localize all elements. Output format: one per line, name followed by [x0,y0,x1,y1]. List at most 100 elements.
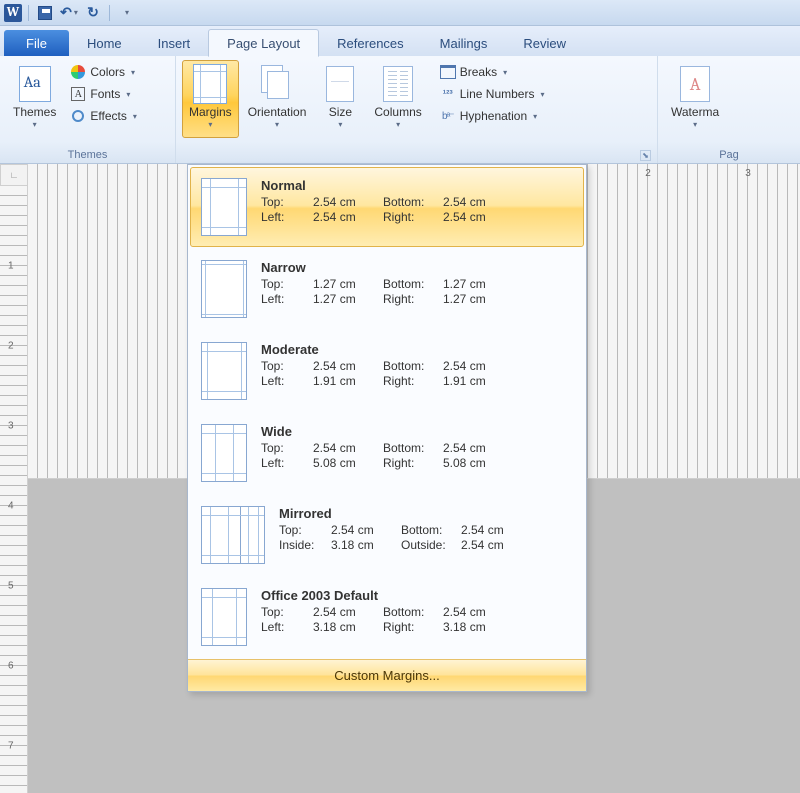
margins-dropdown: NormalTop:2.54 cmBottom:2.54 cmLeft:2.54… [187,164,587,692]
page-setup-launcher[interactable]: ⬊ [640,150,651,161]
qat-separator [28,5,29,21]
tab-insert[interactable]: Insert [140,30,209,56]
margin-value: Top: [261,277,313,291]
margin-value: Bottom: [383,195,443,209]
margin-value: Right: [383,456,443,470]
watermark-icon: A [680,66,710,102]
chevron-down-icon: ▾ [693,120,697,129]
margin-value: 3.18 cm [443,620,503,634]
breaks-button[interactable]: Breaks ▾ [437,62,548,82]
chevron-down-icon: ▾ [33,120,37,129]
line-numbers-icon: ¹²³ [440,86,456,102]
qat-separator [109,5,110,21]
fonts-icon: A [71,87,85,101]
chevron-down-icon: ▾ [396,120,400,129]
tab-home[interactable]: Home [69,30,140,56]
margin-value: 2.54 cm [313,359,383,373]
margin-value: Inside: [279,538,331,552]
margin-preset-moderate[interactable]: ModerateTop:2.54 cmBottom:2.54 cmLeft:1.… [190,331,584,411]
margin-value: 1.27 cm [443,277,503,291]
group-page-background: A Waterma ▾ Pag [658,56,800,163]
hyphenation-label: Hyphenation [460,109,527,123]
ruler-tick: 2 [645,168,651,179]
margin-preset-title: Normal [261,178,573,193]
margin-value: 5.08 cm [313,456,383,470]
tab-review[interactable]: Review [505,30,584,56]
chevron-down-icon: ▾ [126,90,130,99]
chevron-down-icon: ▾ [338,120,342,129]
margin-value: 1.27 cm [313,292,383,306]
margin-value: 2.54 cm [443,210,503,224]
margin-value: 1.27 cm [313,277,383,291]
custom-margins-button[interactable]: Custom Margins... [188,659,586,691]
margin-value: Left: [261,620,313,634]
line-numbers-label: Line Numbers [460,87,535,101]
effects-label: Effects [90,109,126,123]
line-numbers-button[interactable]: ¹²³ Line Numbers ▾ [437,84,548,104]
undo-icon: ↶ [60,4,72,21]
margin-preset-icon [201,588,247,646]
margin-preset-normal[interactable]: NormalTop:2.54 cmBottom:2.54 cmLeft:2.54… [190,167,584,247]
margin-value: 2.54 cm [313,605,383,619]
tab-references[interactable]: References [319,30,421,56]
margin-value: 2.54 cm [313,195,383,209]
columns-button[interactable]: Columns ▾ [367,60,428,138]
chevron-down-icon: ▾ [208,120,212,129]
group-label-page-background: Pag [664,147,794,161]
undo-button[interactable]: ↶▾ [59,3,79,23]
tab-mailings[interactable]: Mailings [422,30,506,56]
group-page-setup: Margins ▾ Orientation ▾ Size ▾ Columns ▾ [176,56,658,163]
ruler-tick: 3 [8,421,14,432]
watermark-label: Waterma [671,106,719,120]
margin-value: 5.08 cm [443,456,503,470]
margin-preset-text: WideTop:2.54 cmBottom:2.54 cmLeft:5.08 c… [261,424,573,482]
tab-page-layout[interactable]: Page Layout [208,29,319,57]
margin-preset-narrow[interactable]: NarrowTop:1.27 cmBottom:1.27 cmLeft:1.27… [190,249,584,329]
margin-value: Top: [261,359,313,373]
hyphenation-button[interactable]: bᵃ⁻ Hyphenation ▾ [437,106,548,126]
margin-value: 2.54 cm [313,210,383,224]
size-button[interactable]: Size ▾ [315,60,365,138]
chevron-down-icon: ▾ [131,68,135,77]
chevron-down-icon: ▾ [533,112,537,121]
margin-preset-text: Office 2003 DefaultTop:2.54 cmBottom:2.5… [261,588,573,646]
margin-value: Left: [261,456,313,470]
size-label: Size [329,106,352,120]
effects-icon [72,110,84,122]
save-button[interactable] [35,3,55,23]
margins-icon [193,64,227,104]
margin-value: Left: [261,210,313,224]
margin-preset-wide[interactable]: WideTop:2.54 cmBottom:2.54 cmLeft:5.08 c… [190,413,584,493]
chevron-down-icon: ▾ [74,8,78,17]
chevron-down-icon: ▾ [275,120,279,129]
effects-button[interactable]: Effects ▾ [67,106,139,126]
margin-value: Bottom: [383,605,443,619]
margin-preset-icon [201,342,247,400]
qat-customize-button[interactable]: ▾ [116,3,136,23]
breaks-icon [440,64,456,80]
ribbon: Themes ▾ Colors ▾ A Fonts ▾ Effects ▾ [0,56,800,164]
group-themes: Themes ▾ Colors ▾ A Fonts ▾ Effects ▾ [0,56,176,163]
tab-file[interactable]: File [4,30,69,56]
margin-preset-mirrored[interactable]: MirroredTop:2.54 cmBottom:2.54 cmInside:… [190,495,584,575]
watermark-button[interactable]: A Waterma ▾ [664,60,726,138]
vertical-ruler[interactable]: 1 2 3 4 5 6 7 [0,186,28,793]
margin-value: 3.18 cm [331,538,401,552]
fonts-button[interactable]: A Fonts ▾ [67,84,139,104]
margin-value: 2.54 cm [461,538,521,552]
themes-button[interactable]: Themes ▾ [6,60,63,138]
orientation-icon [261,65,293,103]
orientation-button[interactable]: Orientation ▾ [241,60,314,138]
redo-button[interactable]: ↻ [83,3,103,23]
margins-button[interactable]: Margins ▾ [182,60,239,138]
orientation-label: Orientation [248,106,307,120]
margin-preset-office2003[interactable]: Office 2003 DefaultTop:2.54 cmBottom:2.5… [190,577,584,657]
ruler-tick: 5 [8,581,14,592]
margin-value: Left: [261,292,313,306]
margin-value: Outside: [401,538,461,552]
margin-preset-text: ModerateTop:2.54 cmBottom:2.54 cmLeft:1.… [261,342,573,400]
margin-value: Bottom: [383,277,443,291]
margin-value: 1.91 cm [313,374,383,388]
colors-button[interactable]: Colors ▾ [67,62,139,82]
ruler-tick: 6 [8,661,14,672]
